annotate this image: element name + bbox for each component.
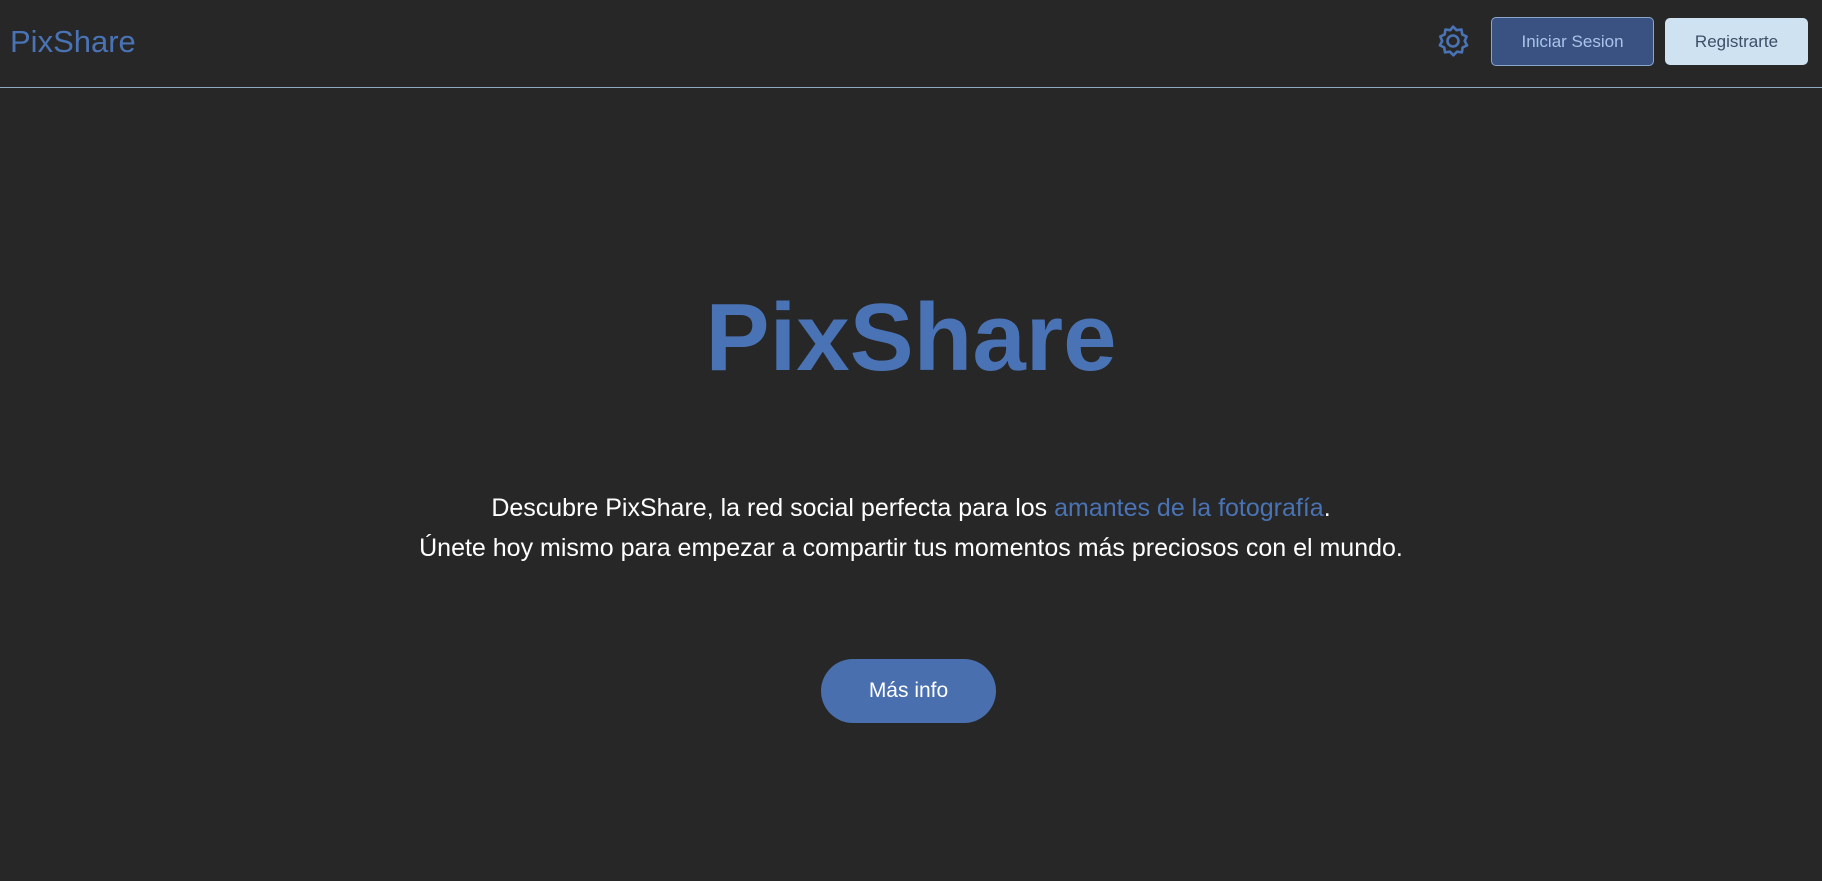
register-button[interactable]: Registrarte (1665, 18, 1808, 65)
brand-logo-link[interactable]: PixShare (10, 22, 136, 62)
top-navbar: PixShare Iniciar Sesion Registrarte (0, 0, 1822, 88)
settings-button[interactable] (1433, 21, 1473, 61)
gear-icon (1438, 25, 1469, 57)
hero-highlight-text: amantes de la fotografía (1054, 494, 1324, 522)
hero-description: Descubre PixShare, la red social perfect… (0, 488, 1822, 568)
hero-title: PixShare (705, 284, 1117, 391)
hero-line1-text: Descubre PixShare, la red social perfect… (491, 494, 1055, 522)
login-button[interactable]: Iniciar Sesion (1491, 17, 1654, 66)
hero-line1-period: . (1323, 494, 1331, 522)
hero-line2-text: Únete hoy mismo para empezar a compartir… (419, 534, 1403, 562)
more-info-button[interactable]: Más info (821, 659, 996, 723)
